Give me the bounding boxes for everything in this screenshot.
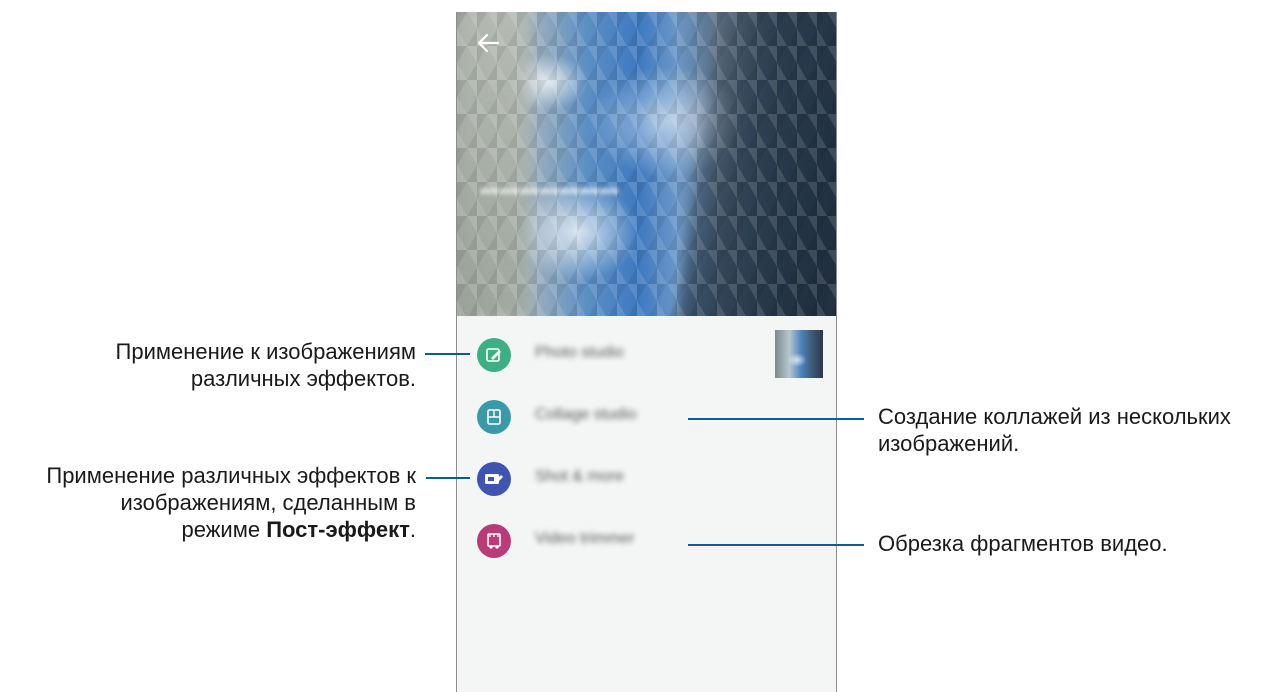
recent-photo-thumbnail[interactable] (775, 330, 823, 378)
callout-text: Применение различных эффектов к (46, 463, 416, 488)
callout-line-collage-studio (688, 418, 864, 420)
callout-video-trimmer: Обрезка фрагментов видео. (878, 530, 1168, 557)
menu-item-shot-more[interactable]: Shot & more (457, 450, 836, 506)
callout-text: Создание коллажей из нескольких (878, 404, 1231, 429)
callout-photo-studio: Применение к изображениям различных эффе… (116, 338, 416, 392)
menu-item-label: Video trimmer (535, 530, 635, 547)
menu-item-collage-studio[interactable]: Collage studio (457, 388, 836, 444)
callout-text: . (409, 517, 416, 542)
callout-text: режиме (181, 517, 267, 542)
arrow-left-icon[interactable] (475, 32, 501, 54)
callout-shot-more: Применение различных эффектов к изображе… (46, 462, 416, 543)
photo-edit-icon (477, 338, 511, 372)
menu-item-label: Shot & more (535, 468, 624, 485)
menu-item-label: Collage studio (535, 406, 637, 423)
callout-text: Применение к изображениям (115, 339, 416, 364)
menu-item-video-trimmer[interactable]: Video trimmer (457, 512, 836, 568)
callout-text: различных эффектов. (190, 366, 416, 391)
triangle-pattern (457, 12, 836, 316)
collage-icon (477, 400, 511, 434)
callout-line-shot-more (426, 477, 470, 479)
callout-line-video-trimmer (688, 544, 864, 546)
video-trim-icon (477, 524, 511, 558)
callout-line-photo-studio (425, 353, 470, 355)
callout-text: Обрезка фрагментов видео. (878, 531, 1168, 556)
callout-bold-term: Пост-эффект (266, 517, 410, 542)
callout-text: режиме Пост-эффект. (46, 516, 416, 543)
callout-text: изображений. (878, 431, 1020, 456)
shot-more-icon (477, 462, 511, 496)
callout-text: изображениям, сделанным в (120, 490, 416, 515)
callout-collage-studio: Создание коллажей из нескольких изображе… (878, 403, 1231, 457)
menu-item-label: Photo studio (535, 344, 624, 361)
header-image (457, 12, 836, 316)
